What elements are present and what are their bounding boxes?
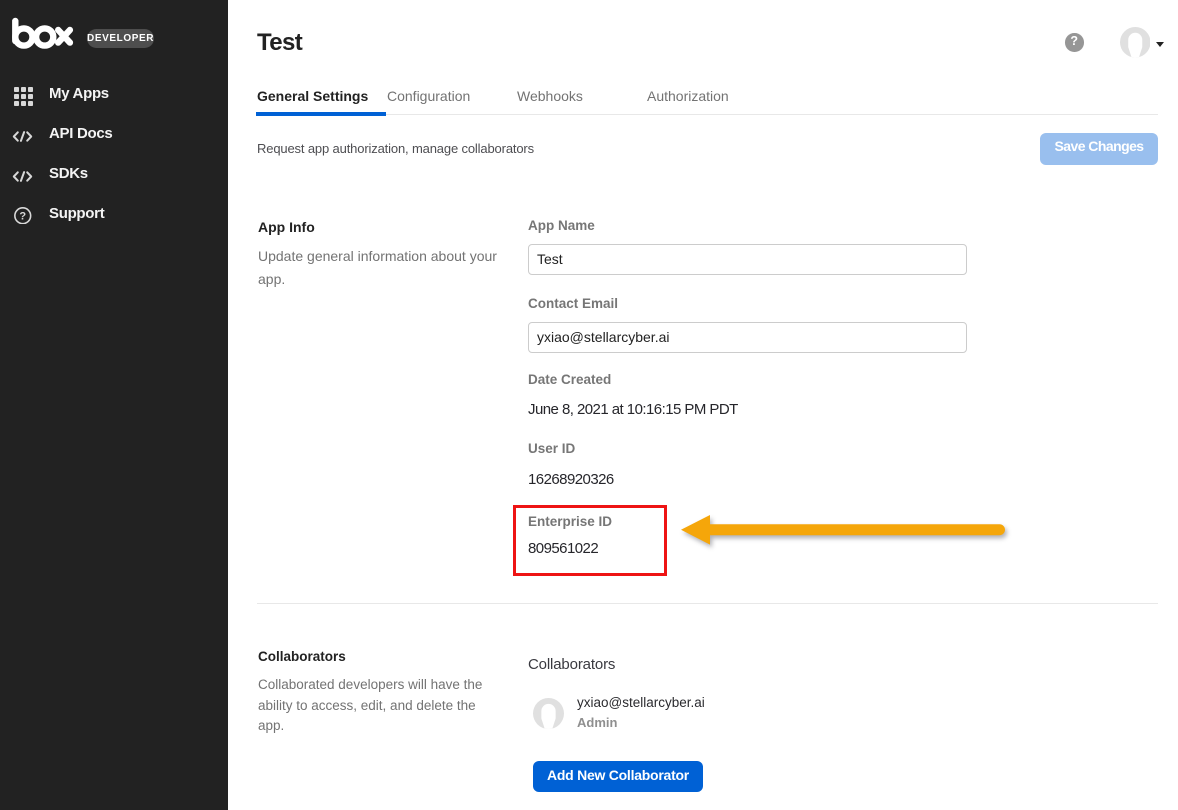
svg-text:?: ?: [19, 210, 26, 222]
